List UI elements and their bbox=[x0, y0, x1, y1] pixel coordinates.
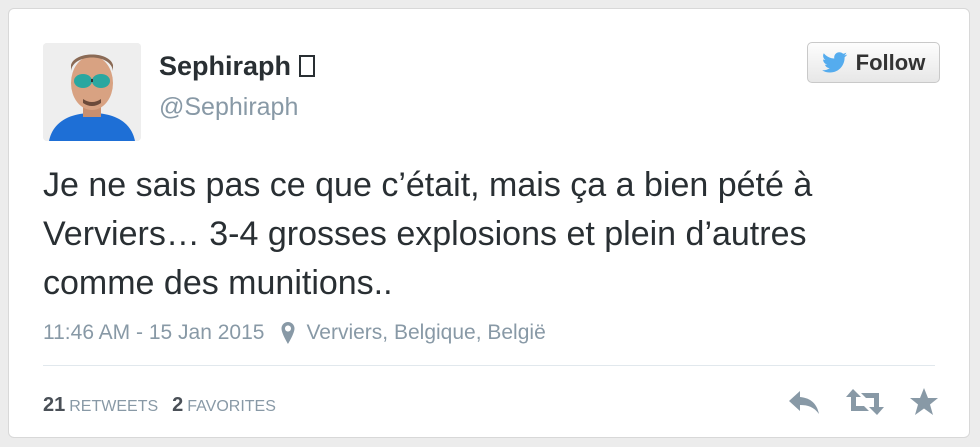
favorites-count: 2 bbox=[172, 394, 184, 416]
tweet-timestamp[interactable]: 11:46 AM - 15 Jan 2015 bbox=[43, 321, 264, 345]
tweet-text: Je ne sais pas ce que c’était, mais ça a… bbox=[43, 166, 813, 302]
avatar-image bbox=[43, 43, 141, 141]
favorites-label: FAVORITES bbox=[187, 398, 276, 415]
retweet-icon bbox=[846, 389, 884, 415]
star-icon bbox=[910, 388, 938, 415]
reply-button[interactable] bbox=[787, 387, 821, 417]
retweet-button[interactable] bbox=[845, 387, 885, 417]
tweet-meta: 11:46 AM - 15 Jan 2015 Verviers, Belgiqu… bbox=[43, 321, 546, 345]
tweet-card: Sephiraph @Sephiraph Follow Je ne sais p… bbox=[8, 8, 970, 438]
twitter-bird-icon bbox=[821, 51, 847, 72]
tweet-location[interactable]: Verviers, Belgique, België bbox=[306, 321, 545, 345]
retweets-stat[interactable]: 21 RETWEETS bbox=[43, 394, 159, 416]
tweet-actions bbox=[787, 387, 939, 417]
user-name-text: Sephiraph bbox=[159, 51, 292, 81]
divider bbox=[43, 365, 935, 366]
tweet-stats: 21 RETWEETS 2 FAVORITES bbox=[43, 394, 276, 417]
user-name[interactable]: Sephiraph bbox=[159, 51, 316, 82]
follow-button-label: Follow bbox=[855, 49, 926, 75]
retweets-label: RETWEETS bbox=[69, 398, 159, 415]
follow-button[interactable]: Follow bbox=[807, 42, 940, 83]
avatar[interactable] bbox=[43, 43, 141, 141]
retweets-count: 21 bbox=[43, 394, 66, 416]
favorite-button[interactable] bbox=[909, 387, 939, 417]
reply-icon bbox=[789, 391, 819, 414]
verified-icon bbox=[299, 55, 316, 77]
user-handle[interactable]: @Sephiraph bbox=[159, 93, 298, 122]
location-pin-icon bbox=[281, 322, 295, 344]
favorites-stat[interactable]: 2 FAVORITES bbox=[172, 394, 276, 416]
